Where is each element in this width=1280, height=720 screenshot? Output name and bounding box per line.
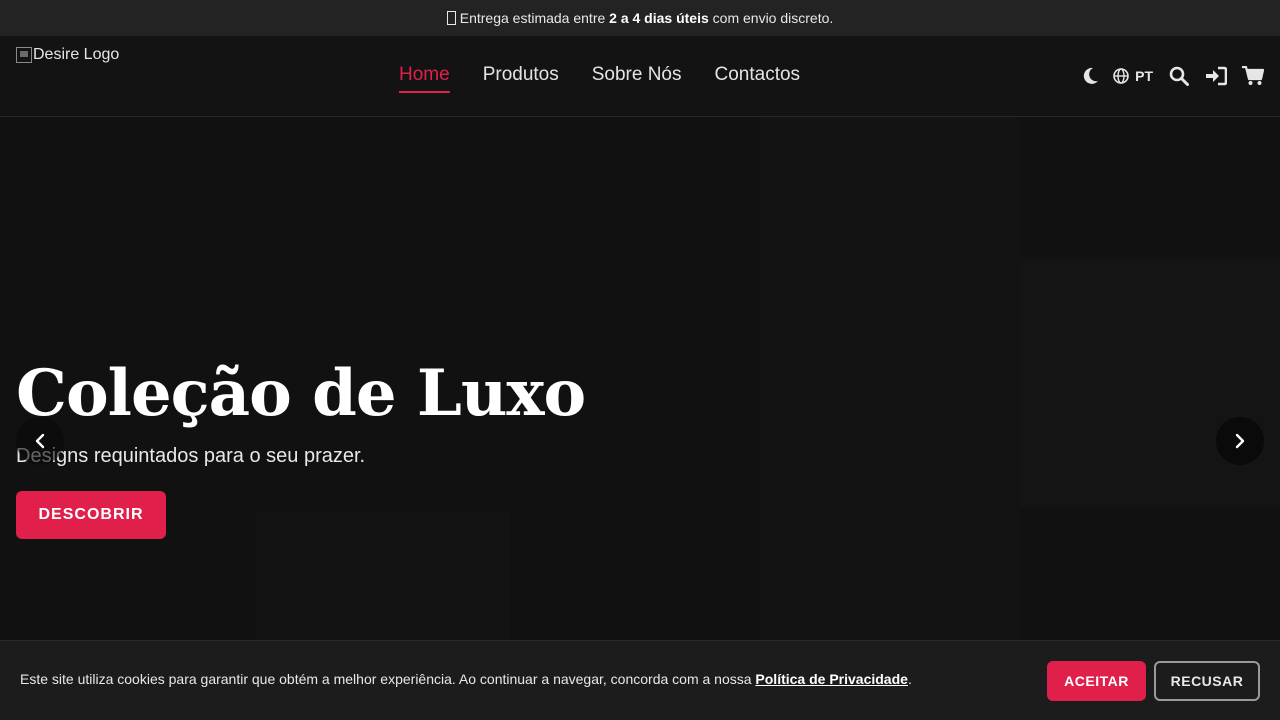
- moon-icon: [1083, 67, 1099, 84]
- hero-title: Coleção de Luxo: [16, 356, 586, 431]
- cart-icon: [1242, 66, 1264, 85]
- discover-button[interactable]: DESCOBRIR: [16, 491, 166, 539]
- announcement-text: Entrega estimada entre 2 a 4 dias úteis …: [459, 10, 834, 26]
- header-tools: PT: [1083, 64, 1264, 88]
- language-label: PT: [1135, 68, 1153, 84]
- language-selector[interactable]: PT: [1113, 68, 1153, 84]
- cookie-banner: Este site utiliza cookies para garantir …: [0, 640, 1280, 720]
- main-nav: Home Produtos Sobre Nós Contactos: [399, 64, 833, 93]
- accept-cookies-button[interactable]: ACEITAR: [1047, 661, 1146, 701]
- cookie-message: Este site utiliza cookies para garantir …: [20, 671, 912, 687]
- nav-produtos[interactable]: Produtos: [483, 64, 559, 92]
- nav-sobre-nos[interactable]: Sobre Nós: [592, 64, 682, 92]
- globe-icon: [1113, 68, 1129, 84]
- search-icon: [1169, 66, 1189, 86]
- hero-background-panel: [760, 117, 1020, 640]
- hero-subtitle: Designs requintados para o seu prazer.: [16, 445, 366, 467]
- login-button[interactable]: [1205, 66, 1227, 86]
- search-button[interactable]: [1169, 66, 1189, 86]
- hero-background-panel: [1020, 257, 1280, 507]
- announcement-bar: Entrega estimada entre 2 a 4 dias úteis …: [0, 0, 1280, 36]
- cart-button[interactable]: [1242, 66, 1264, 86]
- nav-contactos[interactable]: Contactos: [715, 64, 801, 92]
- chevron-right-icon: [1235, 433, 1245, 449]
- hero-background-panel: [255, 512, 510, 640]
- dark-mode-toggle[interactable]: [1083, 67, 1099, 85]
- broken-image-icon: [16, 47, 32, 63]
- nav-home[interactable]: Home: [399, 64, 450, 93]
- carousel-prev-button[interactable]: [16, 417, 64, 465]
- site-header: Desire Logo Home Produtos Sobre Nós Cont…: [0, 36, 1280, 117]
- site-logo[interactable]: Desire Logo: [16, 46, 119, 64]
- logo-alt-text: Desire Logo: [33, 46, 120, 63]
- truck-icon: [446, 11, 456, 25]
- refuse-cookies-button[interactable]: RECUSAR: [1154, 661, 1260, 701]
- chevron-left-icon: [35, 433, 45, 449]
- privacy-policy-link[interactable]: Política de Privacidade: [755, 671, 908, 687]
- hero-carousel: Coleção de Luxo Designs requintados para…: [0, 117, 1280, 640]
- sign-in-icon: [1206, 66, 1227, 86]
- carousel-next-button[interactable]: [1216, 417, 1264, 465]
